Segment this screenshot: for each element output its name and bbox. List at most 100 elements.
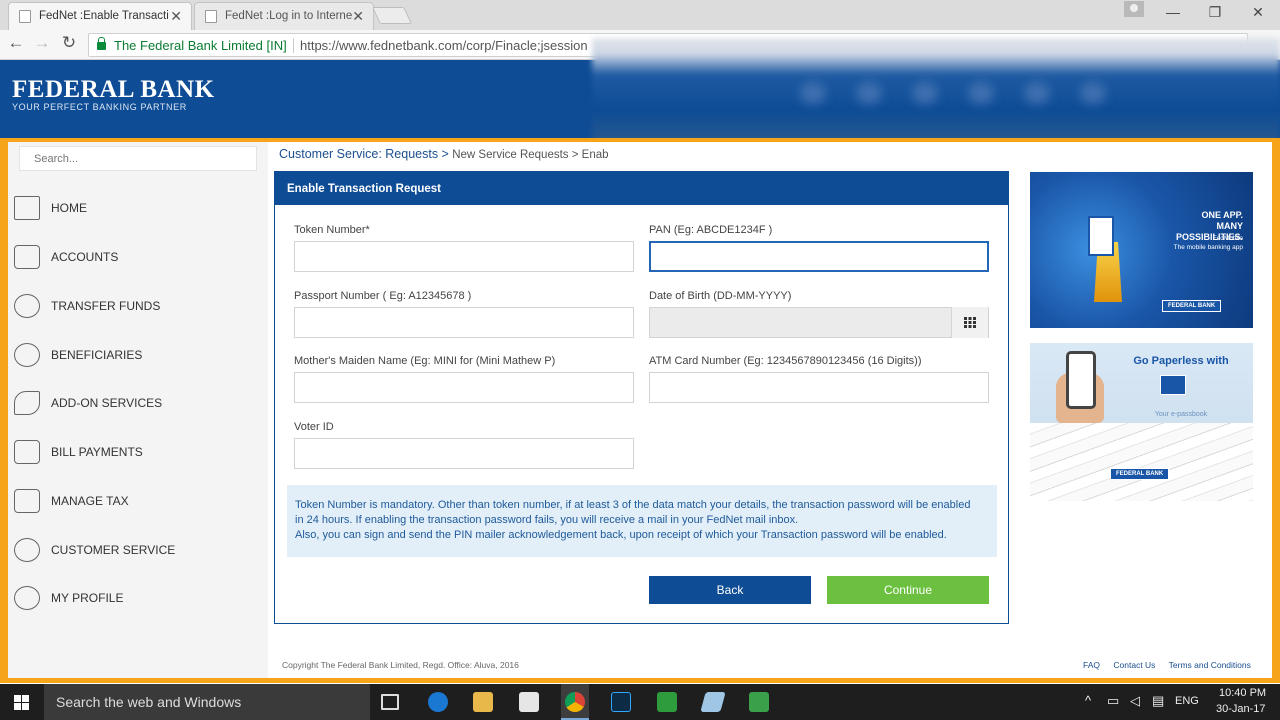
sidebar-item-label: ACCOUNTS <box>51 250 119 264</box>
volume-icon[interactable]: ◁ <box>1130 693 1140 709</box>
phone-graphic-icon <box>1066 351 1096 409</box>
passport-label: Passport Number ( Eg: A12345678 ) <box>294 290 472 302</box>
continue-button[interactable]: Continue <box>827 576 989 604</box>
url-text: https://www.fednetbank.com/corp/Finacle;… <box>300 38 588 53</box>
user-profile-icon[interactable] <box>1124 1 1144 17</box>
ad-badge: FEDERAL BANK <box>1162 300 1222 312</box>
close-icon[interactable]: ✕ <box>352 3 364 29</box>
camtasia-recorder-icon[interactable] <box>749 692 769 712</box>
windows-start-icon[interactable] <box>14 695 29 710</box>
clock-date[interactable]: 30-Jan-17 <box>1216 703 1266 715</box>
passbook-logo-icon <box>1160 375 1186 395</box>
sidebar-item-bill-payments[interactable]: BILL PAYMENTS <box>14 435 254 469</box>
sidebar-item-accounts[interactable]: ACCOUNTS <box>14 240 254 274</box>
phone-graphic-icon <box>1088 216 1114 256</box>
wrench-icon <box>14 391 40 415</box>
store-icon[interactable] <box>519 692 539 712</box>
footer-links: FAQ Contact Us Terms and Conditions <box>1083 660 1262 670</box>
task-view-icon[interactable] <box>381 694 399 710</box>
window-close-icon[interactable]: ✕ <box>1248 4 1268 21</box>
network-icon[interactable]: ▭ <box>1107 693 1119 709</box>
reload-icon[interactable]: ↻ <box>58 33 80 53</box>
footer-link-contact[interactable]: Contact Us <box>1113 660 1155 670</box>
site-identity: The Federal Bank Limited [IN] <box>114 38 287 53</box>
file-explorer-icon[interactable] <box>473 692 493 712</box>
pan-input[interactable] <box>649 241 989 272</box>
bill-icon <box>14 440 40 464</box>
taskbar-search[interactable]: Search the web and Windows <box>44 684 370 720</box>
lock-icon <box>97 37 106 50</box>
language-indicator[interactable]: ENG <box>1175 695 1199 707</box>
pan-label: PAN (Eg: ABCDE1234F ) <box>649 224 773 236</box>
browser-tab-active[interactable]: FedNet :Enable Transacti ✕ <box>8 2 192 30</box>
home-icon <box>14 196 40 220</box>
browser-tab[interactable]: FedNet :Log in to Interne ✕ <box>194 2 374 30</box>
close-icon[interactable]: ✕ <box>170 3 182 29</box>
voter-id-input[interactable] <box>294 438 634 469</box>
ad-badge: FEDERAL BANK <box>1110 468 1170 480</box>
sidebar-item-my-profile[interactable]: MY PROFILE <box>14 581 254 615</box>
breadcrumb-main[interactable]: Customer Service: Requests > <box>279 147 449 161</box>
breadcrumb-sub[interactable]: New Service Requests > Enab <box>452 149 608 161</box>
camtasia-icon[interactable] <box>657 692 677 712</box>
sidebar-item-manage-tax[interactable]: MANAGE TAX <box>14 484 254 518</box>
panel-title: Enable Transaction Request <box>275 172 1008 205</box>
footer-link-faq[interactable]: FAQ <box>1083 660 1100 670</box>
dob-label: Date of Birth (DD-MM-YYYY) <box>649 290 792 302</box>
tab-title: FedNet :Enable Transacti <box>39 10 169 22</box>
tab-title: FedNet :Log in to Interne <box>225 10 353 22</box>
e-passbook-ad-banner[interactable]: Go Paperless with Your e-passbook FEDERA… <box>1030 343 1253 501</box>
page-favicon-icon <box>205 10 217 23</box>
sidebar-item-transfer-funds[interactable]: TRANSFER FUNDS <box>14 289 254 323</box>
dob-input[interactable] <box>649 307 989 338</box>
back-arrow-icon[interactable]: ← <box>5 33 27 53</box>
sidebar-search-input[interactable] <box>19 146 257 171</box>
voter-id-label: Voter ID <box>294 421 334 433</box>
minimize-icon[interactable]: — <box>1163 4 1183 20</box>
divider <box>293 38 294 53</box>
forward-arrow-icon[interactable]: → <box>31 33 53 53</box>
sidebar-item-label: MY PROFILE <box>51 591 124 605</box>
maiden-name-label: Mother's Maiden Name (Eg: MINI for (Mini… <box>294 355 556 367</box>
page-favicon-icon <box>19 10 31 23</box>
photoshop-icon[interactable] <box>611 692 631 712</box>
notification-icon[interactable]: ▤ <box>1152 693 1164 709</box>
browser-tab-strip: FedNet :Enable Transacti ✕ FedNet :Log i… <box>0 0 1280 30</box>
calendar-button[interactable] <box>951 307 988 338</box>
accounts-icon <box>14 245 40 269</box>
sidebar-item-label: TRANSFER FUNDS <box>51 299 161 313</box>
ad-product: FedMobile <box>1212 235 1243 242</box>
sidebar-item-add-on-services[interactable]: ADD-ON SERVICES <box>14 386 254 420</box>
token-number-input[interactable] <box>294 241 634 272</box>
back-button[interactable]: Back <box>649 576 811 604</box>
ad-subtitle: FedMobile The mobile banking app <box>1148 234 1243 252</box>
tax-icon <box>14 489 40 513</box>
passport-input[interactable] <box>294 307 634 338</box>
token-number-label: Token Number* <box>294 224 370 236</box>
notepad-icon[interactable] <box>700 692 726 712</box>
new-tab-button[interactable] <box>372 7 412 24</box>
chrome-icon[interactable] <box>565 692 585 712</box>
bank-logo[interactable]: FEDERAL BANK YOUR PERFECT BANKING PARTNE… <box>12 77 215 112</box>
sidebar-item-label: BENEFICIARIES <box>51 348 143 362</box>
atm-card-input[interactable] <box>649 372 989 403</box>
footer-copyright: Copyright The Federal Bank Limited, Regd… <box>282 660 519 670</box>
ad-subtitle: Your e-passbook <box>1154 411 1208 418</box>
ad-title: Go Paperless with <box>1133 355 1229 367</box>
sidebar-item-label: MANAGE TAX <box>51 494 129 508</box>
sidebar-item-label: ADD-ON SERVICES <box>51 396 163 410</box>
footer-link-terms[interactable]: Terms and Conditions <box>1169 660 1251 670</box>
info-line: Also, you can sign and send the PIN mail… <box>295 529 947 541</box>
edge-browser-icon[interactable] <box>428 692 448 712</box>
clock-time[interactable]: 10:40 PM <box>1219 687 1266 699</box>
info-line: in 24 hours. If enabling the transaction… <box>295 514 799 526</box>
sidebar-item-customer-service[interactable]: CUSTOMER SERVICE <box>14 533 254 567</box>
sidebar-item-home[interactable]: HOME <box>14 191 254 225</box>
tray-chevron-icon[interactable]: ^ <box>1085 693 1091 708</box>
maiden-name-input[interactable] <box>294 372 634 403</box>
sidebar-item-label: HOME <box>51 201 87 215</box>
restore-icon[interactable]: ❐ <box>1205 4 1225 21</box>
fedmobile-ad-banner[interactable]: ONE APP. MANY POSSIBILITIES. FedMobile T… <box>1030 172 1253 328</box>
sidebar-item-beneficiaries[interactable]: BENEFICIARIES <box>14 338 254 372</box>
headset-icon <box>14 538 40 562</box>
